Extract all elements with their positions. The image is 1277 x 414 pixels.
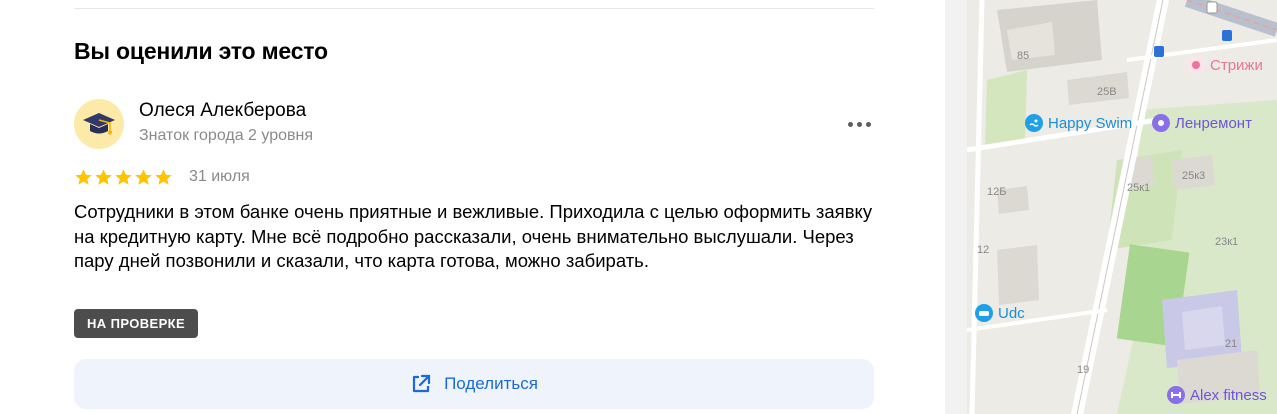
poi-happy-swim[interactable]: Happy Swim (1025, 114, 1132, 132)
house-number: 25к3 (1182, 170, 1206, 182)
dot-icon (856, 121, 862, 127)
service-icon (1152, 114, 1170, 132)
car-icon (975, 304, 993, 322)
graduation-cap-icon (83, 113, 115, 135)
share-icon (412, 374, 431, 393)
poi-label: Ленремонт (1175, 114, 1252, 132)
rating-stars (74, 168, 173, 187)
author-name[interactable]: Олеся Алекберова (139, 100, 306, 122)
poi-label: Udc (998, 304, 1025, 322)
review-panel: Вы оценили это место Олеся Алекберова Зн… (0, 0, 965, 414)
flower-icon (1187, 56, 1205, 74)
poi-strizhi[interactable]: Стрижи (1187, 56, 1263, 74)
dot-icon (865, 121, 871, 127)
house-number: 19 (1077, 364, 1090, 376)
share-button[interactable]: Поделиться (74, 359, 874, 409)
house-number: 25к1 (1127, 182, 1151, 194)
star-icon (75, 169, 92, 185)
divider (74, 8, 874, 9)
panel-gutter (945, 0, 967, 414)
house-number: 25В (1097, 86, 1117, 98)
swimmer-icon (1025, 114, 1043, 132)
house-number: 85 (1017, 50, 1030, 62)
house-number: 23к1 (1215, 236, 1239, 248)
poi-lenremont[interactable]: Ленремонт (1152, 114, 1252, 132)
dumbbell-icon (1167, 386, 1185, 404)
star-icon (135, 169, 152, 185)
section-title: Вы оценили это место (74, 38, 328, 64)
house-number: 21 (1225, 338, 1238, 350)
poi-label: Стрижи (1210, 56, 1263, 74)
dot-icon (847, 121, 853, 127)
review-date: 31 июля (189, 168, 250, 185)
review-text: Сотрудники в этом банке очень приятные и… (74, 201, 873, 272)
status-badge: НА ПРОВЕРКЕ (74, 309, 199, 338)
star-icon (155, 169, 172, 185)
house-number: 12Б (987, 186, 1007, 198)
avatar[interactable] (74, 99, 124, 149)
house-number: 12 (977, 244, 990, 256)
poi-udc[interactable]: Udc (975, 304, 1025, 322)
share-label: Поделиться (444, 374, 538, 393)
poi-label: Alex fitness (1190, 386, 1267, 404)
author-level: Знаток города 2 уровня (139, 127, 314, 144)
more-options-button[interactable] (843, 112, 875, 136)
star-icon (95, 169, 112, 185)
poi-alex-fitness[interactable]: Alex fitness (1167, 386, 1267, 404)
poi-label: Happy Swim (1048, 114, 1133, 132)
star-icon (115, 169, 132, 185)
map[interactable]: 85 25В 25к1 25к3 12Б 12 23к1 21 19 Стриж… (967, 0, 1277, 414)
